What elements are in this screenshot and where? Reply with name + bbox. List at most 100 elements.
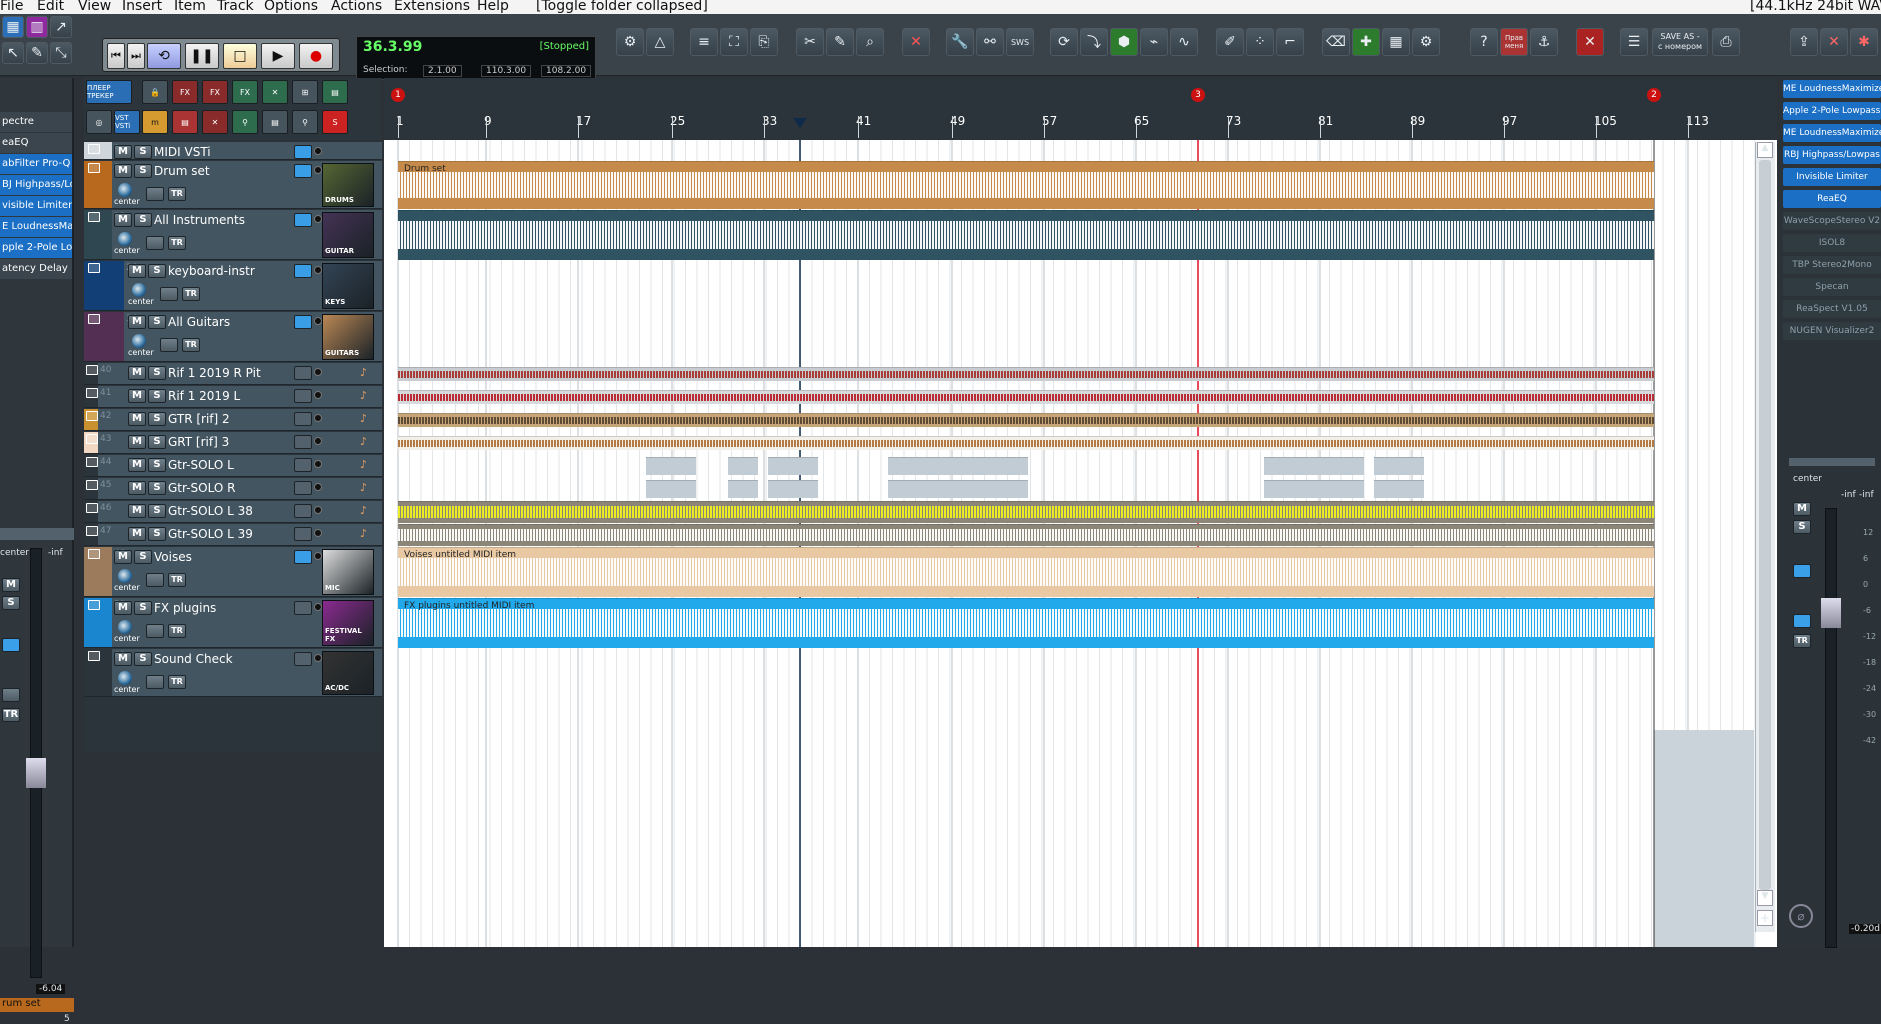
track-row[interactable]: 26MSkeyboard-instrcenterTRKEYS (84, 261, 382, 311)
pan-knob[interactable] (132, 283, 146, 297)
fx-slot[interactable]: pectre (0, 112, 72, 132)
track-io-button[interactable] (294, 213, 312, 227)
export-icon[interactable]: ⇪ (1790, 28, 1818, 56)
fx-on-button[interactable]: FX (232, 80, 258, 104)
help-icon[interactable]: ? (1470, 28, 1498, 56)
track-io-button[interactable] (294, 315, 312, 329)
track-row[interactable]: 34MSAll GuitarscenterTRGUITARS (84, 312, 382, 362)
remove-button[interactable]: ✕ (202, 110, 228, 134)
solo-item[interactable] (1374, 480, 1424, 498)
grt-rif-3-item[interactable] (398, 436, 1654, 450)
selection-length[interactable]: 108.2.00 (541, 65, 592, 77)
folder-icon[interactable] (86, 457, 98, 467)
fx-slot[interactable]: ReaSpect V1.05 (1783, 300, 1881, 318)
mixer-icon[interactable]: ≡ (690, 28, 718, 56)
track-solo-button[interactable]: S (134, 550, 152, 564)
track-solo-button[interactable]: S (134, 213, 152, 227)
folder-icon[interactable] (88, 163, 100, 173)
track-row[interactable]: 5MSDrum setcenterTRDRUMS (84, 161, 382, 209)
track-mute-button[interactable]: M (128, 389, 146, 403)
fx-slot[interactable]: abFilter Pro-Q 2 (0, 154, 72, 174)
track-io-button[interactable] (294, 458, 312, 472)
folder-icon[interactable] (88, 144, 100, 154)
fx-slot[interactable]: E LoudnessMaxi (0, 217, 72, 237)
track-solo-button[interactable]: S (134, 164, 152, 178)
folder-icon[interactable] (86, 503, 98, 513)
track-mute-button[interactable]: M (128, 527, 146, 541)
net2-button[interactable]: ⚲ (292, 110, 318, 134)
solo-item[interactable] (888, 457, 1028, 475)
marker-flag[interactable]: 1 (391, 88, 405, 102)
folder-icon[interactable] (88, 549, 100, 559)
solo-item[interactable] (1264, 457, 1364, 475)
track-name[interactable]: FX plugins (154, 601, 294, 615)
track-routing-button[interactable]: TR (168, 573, 186, 587)
menu-item[interactable]: Item (174, 0, 206, 13)
track-solo-button[interactable]: S (134, 145, 152, 159)
track-name[interactable]: GTR [rif] 2 (168, 412, 294, 426)
track-row[interactable]: 41 M S Rif 1 2019 L ♪ (84, 386, 382, 408)
record-arm-icon[interactable] (314, 483, 322, 491)
track-mute-button[interactable]: M (128, 264, 146, 278)
zoom-icon[interactable]: ⌕ (856, 28, 884, 56)
track-io-button[interactable] (294, 145, 312, 159)
fx-slot[interactable]: Specan (1783, 278, 1881, 296)
pan-knob[interactable] (118, 671, 132, 685)
track-mute-button[interactable]: M (128, 481, 146, 495)
record-icon[interactable]: ● (299, 43, 333, 69)
fx-slot[interactable]: atency Delay (0, 259, 72, 279)
phase-icon[interactable]: ⌀ (1789, 904, 1813, 928)
link-icon[interactable]: ⤡ (50, 42, 72, 64)
folder-icon[interactable] (86, 480, 98, 490)
envelope-button[interactable] (146, 675, 164, 689)
record-arm-icon[interactable] (314, 437, 322, 445)
zoom-in-icon[interactable]: + (1757, 910, 1773, 926)
fx-slot[interactable]: WaveScopeStereo V2 (1783, 212, 1881, 230)
folder-icon[interactable] (86, 434, 98, 444)
track-name[interactable]: All Guitars (168, 315, 294, 329)
grid-icon[interactable]: ▦ (2, 16, 24, 38)
record-arm-icon[interactable] (314, 506, 322, 514)
track-solo-button[interactable]: S (148, 412, 166, 426)
track-routing-button[interactable]: TR (168, 624, 186, 638)
solo-item[interactable] (888, 480, 1028, 498)
track-row[interactable]: 48MSVoisescenterTRMIC (84, 547, 382, 597)
track-row[interactable]: 45 M S Gtr-SOLO R ♪ (84, 478, 382, 500)
track-name[interactable]: GRT [rif] 3 (168, 435, 294, 449)
net-button[interactable]: ⚲ (232, 110, 258, 134)
fx-bypass-icon[interactable]: ✕ (1576, 28, 1604, 56)
routing-icon[interactable]: ⚯ (976, 28, 1004, 56)
track-row[interactable]: 43 M S GRT [rif] 3 ♪ (84, 432, 382, 454)
folder-icon[interactable] (86, 388, 98, 398)
rif-r-item[interactable] (398, 367, 1654, 381)
track-mute-button[interactable]: M (128, 458, 146, 472)
track-row[interactable]: 53MSFX pluginscenterTRFESTIVAL FX (84, 598, 382, 648)
track-solo-button[interactable]: S (134, 652, 152, 666)
tracks-list-button[interactable]: ▤ (322, 80, 348, 104)
pause-icon[interactable]: ❚❚ (185, 43, 219, 69)
voices-item[interactable]: Voises untitled MIDI item (398, 547, 1654, 597)
envelope-button[interactable] (146, 236, 164, 250)
fx-slot[interactable]: ISOL8 (1783, 234, 1881, 252)
solo-item[interactable] (728, 457, 758, 475)
folder-icon[interactable] (88, 651, 100, 661)
crop-icon[interactable]: ⌐ (1276, 28, 1304, 56)
menu-extensions[interactable]: Extensions (394, 0, 470, 13)
track-solo-button[interactable]: S (134, 601, 152, 615)
track-mute-button[interactable]: M (114, 213, 132, 227)
fx-slot[interactable]: visible Limiter (0, 196, 72, 216)
curve-icon[interactable]: ↗ (50, 16, 72, 38)
fx-slot[interactable]: ME LoudnessMaximize (1783, 124, 1881, 142)
envelope-button[interactable] (146, 624, 164, 638)
envelope-button[interactable] (160, 287, 178, 301)
folder-icon[interactable] (88, 314, 100, 324)
track-routing-button[interactable]: TR (168, 675, 186, 689)
brush-icon[interactable]: ✐ (1216, 28, 1244, 56)
drum-item[interactable]: Drum set (398, 161, 1654, 209)
target-button[interactable]: ◎ (86, 110, 112, 134)
scroll-down-icon[interactable]: ▼ (1757, 890, 1773, 906)
close-project-icon[interactable]: ✕ (1820, 28, 1848, 56)
track-io-button[interactable] (294, 366, 312, 380)
pan-knob[interactable] (118, 232, 132, 246)
phase-button[interactable] (1793, 614, 1811, 628)
